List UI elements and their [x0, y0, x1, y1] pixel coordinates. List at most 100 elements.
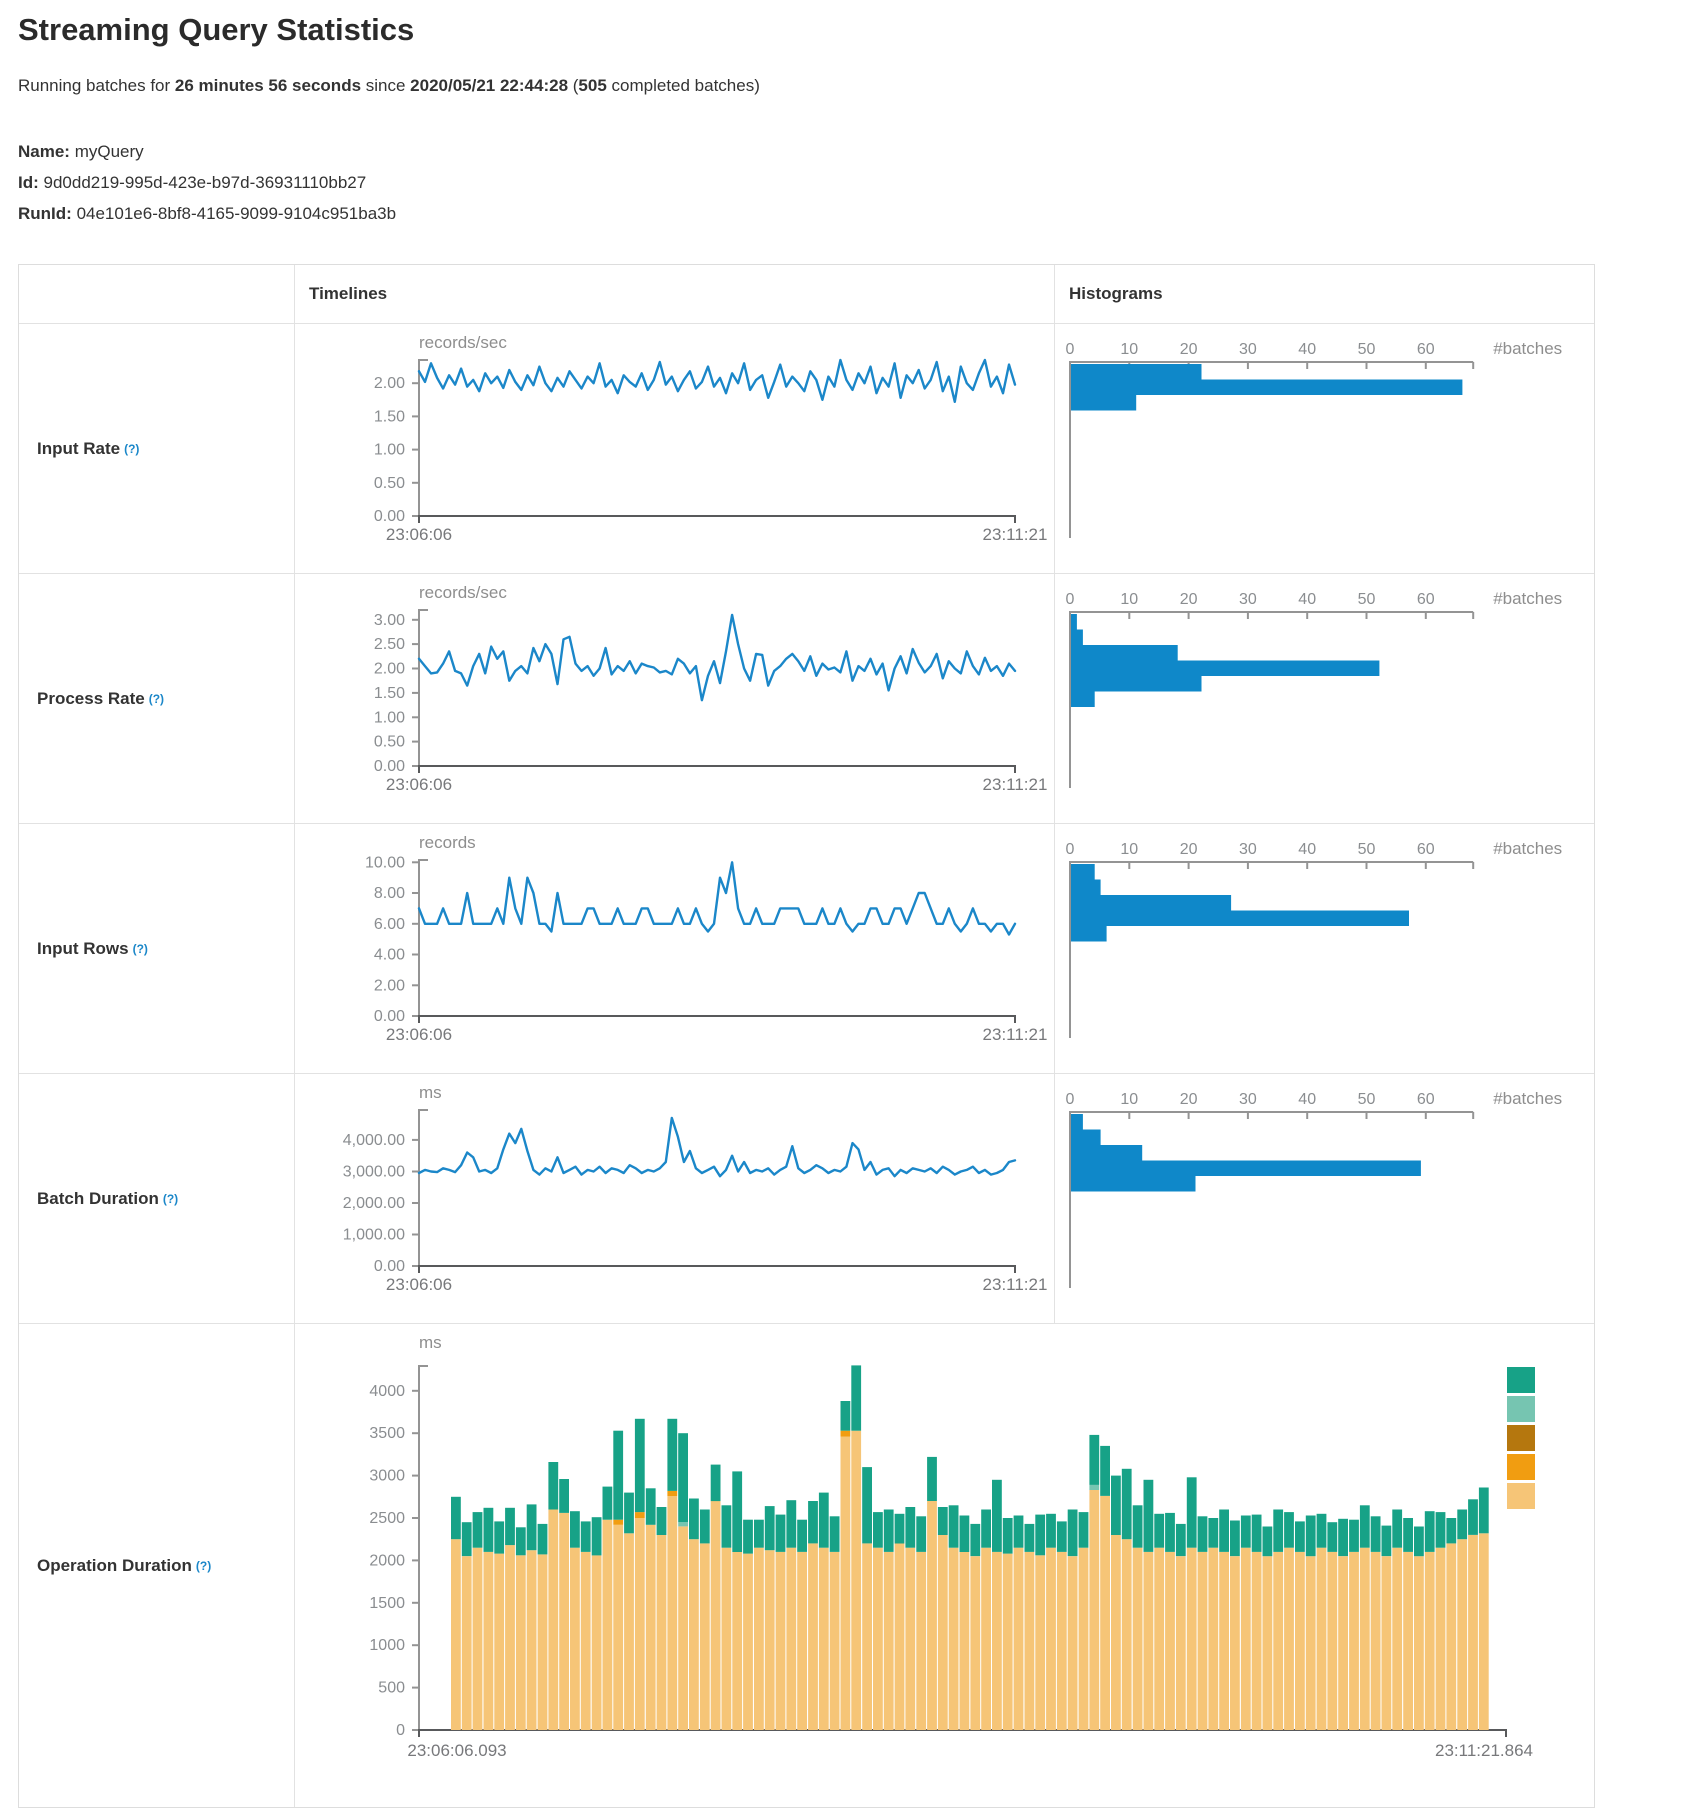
svg-text:60: 60 — [1417, 841, 1435, 858]
svg-text:40: 40 — [1298, 841, 1316, 858]
row-label-operation-duration: Operation Duration (?) — [19, 1323, 294, 1807]
svg-text:20: 20 — [1180, 1091, 1198, 1108]
svg-text:4.00: 4.00 — [374, 947, 405, 964]
svg-text:records/sec: records/sec — [419, 583, 507, 602]
operation-duration-label: Operation Duration — [37, 1556, 192, 1576]
svg-text:23:11:21: 23:11:21 — [983, 1025, 1048, 1044]
process-rate-timeline-chart: records/sec0.000.501.001.502.002.503.002… — [294, 573, 1054, 823]
row-label-input-rate: Input Rate (?) — [19, 323, 294, 573]
svg-text:40: 40 — [1298, 1091, 1316, 1108]
svg-text:30: 30 — [1239, 841, 1257, 858]
svg-text:0.00: 0.00 — [374, 508, 405, 525]
svg-text:50: 50 — [1358, 841, 1376, 858]
svg-text:8.00: 8.00 — [374, 885, 405, 902]
svg-text:3000: 3000 — [369, 1468, 405, 1485]
running-batches-summary: Running batches for 26 minutes 56 second… — [18, 76, 760, 96]
svg-text:2,000.00: 2,000.00 — [343, 1195, 405, 1212]
completed-batches-count: 505 — [578, 76, 606, 95]
svg-text:4,000.00: 4,000.00 — [343, 1132, 405, 1149]
process-rate-histogram-chart: 0102030405060#batches — [1054, 573, 1594, 823]
svg-text:10.00: 10.00 — [365, 854, 405, 871]
query-id-label: Id: — [18, 173, 39, 192]
input-rows-histogram-chart: 0102030405060#batches — [1054, 823, 1594, 1073]
svg-text:2.50: 2.50 — [374, 636, 405, 653]
timelines-header-label: Timelines — [309, 284, 387, 304]
batch-duration-histogram-chart: 0102030405060#batches — [1054, 1073, 1594, 1323]
row-label-batch-duration: Batch Duration(?) — [19, 1073, 294, 1323]
batch-duration-timeline-chart: ms0.001,000.002,000.003,000.004,000.0023… — [294, 1073, 1054, 1323]
svg-text:1000: 1000 — [369, 1637, 405, 1654]
legend-swatch — [1507, 1425, 1535, 1451]
help-icon[interactable]: (?) — [133, 942, 148, 956]
svg-text:0: 0 — [1066, 841, 1075, 858]
svg-text:records/sec: records/sec — [419, 333, 507, 352]
query-name-label: Name: — [18, 142, 70, 161]
svg-text:0: 0 — [1066, 341, 1075, 358]
svg-text:3,000.00: 3,000.00 — [343, 1164, 405, 1181]
query-runid-value: 04e101e6-8bf8-4165-9099-9104c951ba3b — [77, 204, 397, 223]
svg-text:1.00: 1.00 — [374, 709, 405, 726]
query-name-value: myQuery — [75, 142, 144, 161]
svg-text:20: 20 — [1180, 841, 1198, 858]
row-label-process-rate: Process Rate(?) — [19, 573, 294, 823]
svg-text:0.00: 0.00 — [374, 1258, 405, 1275]
operation-duration-stacked-chart: ms0500100015002000250030003500400023:06:… — [294, 1323, 1594, 1807]
histograms-header-label: Histograms — [1069, 284, 1163, 304]
svg-text:30: 30 — [1239, 341, 1257, 358]
help-icon[interactable]: (?) — [196, 1559, 211, 1573]
query-info-block: Name: myQuery Id: 9d0dd219-995d-423e-b97… — [18, 136, 396, 229]
svg-text:1,000.00: 1,000.00 — [343, 1227, 405, 1244]
legend-swatch — [1507, 1396, 1535, 1422]
svg-text:2.00: 2.00 — [374, 661, 405, 678]
svg-text:2500: 2500 — [369, 1510, 405, 1527]
svg-text:2.00: 2.00 — [374, 375, 405, 392]
svg-text:0: 0 — [1066, 1091, 1075, 1108]
svg-text:50: 50 — [1358, 1091, 1376, 1108]
svg-text:50: 50 — [1358, 591, 1376, 608]
svg-text:1500: 1500 — [369, 1595, 405, 1612]
svg-text:23:11:21.864: 23:11:21.864 — [1435, 1741, 1533, 1760]
svg-text:3.00: 3.00 — [374, 612, 405, 629]
summary-prefix: Running batches for — [18, 76, 175, 95]
query-name-row: Name: myQuery — [18, 136, 396, 167]
svg-text:3500: 3500 — [369, 1425, 405, 1442]
column-header-timelines: Timelines — [294, 265, 1054, 323]
svg-text:500: 500 — [378, 1680, 405, 1697]
paren-open: ( — [568, 76, 578, 95]
svg-text:1.50: 1.50 — [374, 408, 405, 425]
svg-text:40: 40 — [1298, 341, 1316, 358]
svg-text:23:06:06: 23:06:06 — [386, 525, 452, 544]
help-icon[interactable]: (?) — [149, 692, 164, 706]
legend-swatch — [1507, 1483, 1535, 1509]
query-id-value: 9d0dd219-995d-423e-b97d-36931110bb27 — [44, 173, 367, 192]
input-rate-label: Input Rate — [37, 439, 120, 459]
svg-text:2.00: 2.00 — [374, 977, 405, 994]
svg-text:10: 10 — [1120, 841, 1138, 858]
svg-text:20: 20 — [1180, 591, 1198, 608]
input-rows-timeline-chart: records0.002.004.006.008.0010.0023:06:06… — [294, 823, 1054, 1073]
legend-swatch — [1507, 1454, 1535, 1480]
statistics-table: Timelines Histograms Input Rate (?) recor… — [18, 264, 1595, 1808]
svg-text:4000: 4000 — [369, 1383, 405, 1400]
help-icon[interactable]: (?) — [163, 1192, 178, 1206]
svg-text:20: 20 — [1180, 341, 1198, 358]
svg-text:23:11:21: 23:11:21 — [983, 1275, 1048, 1294]
input-rows-label: Input Rows — [37, 939, 129, 959]
start-timestamp: 2020/05/21 22:44:28 — [410, 76, 568, 95]
header-empty-cell — [19, 265, 294, 323]
svg-text:1.00: 1.00 — [374, 442, 405, 459]
page-title: Streaming Query Statistics — [18, 12, 414, 48]
svg-text:#batches: #batches — [1493, 589, 1562, 608]
help-icon[interactable]: (?) — [124, 442, 139, 456]
svg-text:records: records — [419, 833, 476, 852]
svg-text:10: 10 — [1120, 341, 1138, 358]
svg-text:30: 30 — [1239, 591, 1257, 608]
svg-text:60: 60 — [1417, 341, 1435, 358]
svg-text:1.50: 1.50 — [374, 685, 405, 702]
svg-text:0.00: 0.00 — [374, 758, 405, 775]
svg-text:2000: 2000 — [369, 1552, 405, 1569]
summary-mid: since — [361, 76, 410, 95]
column-header-histograms: Histograms — [1054, 265, 1594, 323]
svg-text:40: 40 — [1298, 591, 1316, 608]
input-rate-histogram-chart: 0102030405060#batches — [1054, 323, 1594, 573]
